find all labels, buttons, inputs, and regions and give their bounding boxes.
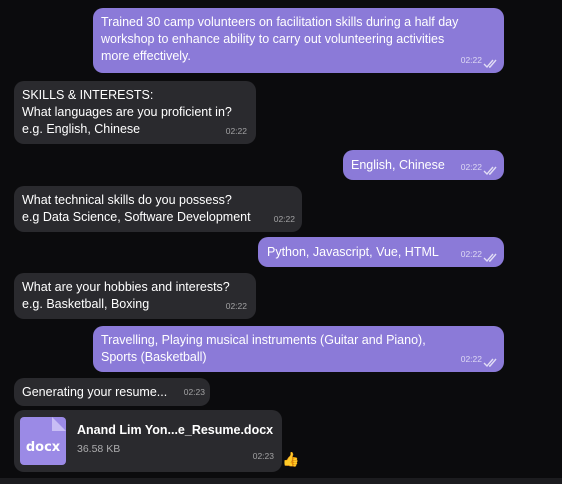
outgoing-message[interactable]: English, Chinese 02:22 xyxy=(343,150,504,180)
incoming-message[interactable]: Generating your resume... 02:23 xyxy=(14,378,210,406)
message-time: 02:23 xyxy=(252,451,274,461)
message-time: 02:22 xyxy=(225,301,247,311)
outgoing-message[interactable]: Travelling, Playing musical instruments … xyxy=(93,326,504,372)
message-time: 02:23 xyxy=(183,387,205,397)
double-check-icon xyxy=(483,59,497,69)
message-time: 02:22 xyxy=(225,126,247,136)
message-text: Travelling, Playing musical instruments … xyxy=(101,333,426,364)
message-time: 02:22 xyxy=(460,354,482,364)
docx-file-icon[interactable]: docx xyxy=(20,417,66,465)
double-check-icon xyxy=(483,358,497,368)
message-text: What are your hobbies and interests? e.g… xyxy=(22,280,230,311)
message-time: 02:22 xyxy=(273,214,295,224)
message-time: 02:22 xyxy=(460,55,482,65)
file-message[interactable]: docx Anand Lim Yon...e_Resume.docx 36.58… xyxy=(14,410,282,472)
message-text: Python, Javascript, Vue, HTML xyxy=(267,245,439,259)
file-size: 36.58 KB xyxy=(77,443,121,455)
outgoing-message[interactable]: Python, Javascript, Vue, HTML 02:22 xyxy=(258,237,504,267)
incoming-message[interactable]: What technical skills do you possess? e.… xyxy=(14,186,302,232)
message-text: Generating your resume... xyxy=(22,385,168,399)
outgoing-message[interactable]: Trained 30 camp volunteers on facilitati… xyxy=(93,8,504,73)
thumbs-up-reaction-icon[interactable]: 👍 xyxy=(282,451,299,468)
composer-bar-edge xyxy=(0,478,562,484)
message-text: Trained 30 camp volunteers on facilitati… xyxy=(101,15,459,63)
message-text: English, Chinese xyxy=(351,158,445,172)
file-fold-corner xyxy=(52,417,66,431)
file-icon-label: docx xyxy=(25,440,61,455)
message-time: 02:22 xyxy=(460,249,482,259)
incoming-message[interactable]: SKILLS & INTERESTS: What languages are y… xyxy=(14,81,256,144)
double-check-icon xyxy=(483,166,497,176)
file-name[interactable]: Anand Lim Yon...e_Resume.docx xyxy=(77,422,273,439)
double-check-icon xyxy=(483,253,497,263)
message-time: 02:22 xyxy=(460,162,482,172)
message-text: What technical skills do you possess? e.… xyxy=(22,193,251,224)
message-text: SKILLS & INTERESTS: What languages are y… xyxy=(22,88,232,136)
incoming-message[interactable]: What are your hobbies and interests? e.g… xyxy=(14,273,256,319)
